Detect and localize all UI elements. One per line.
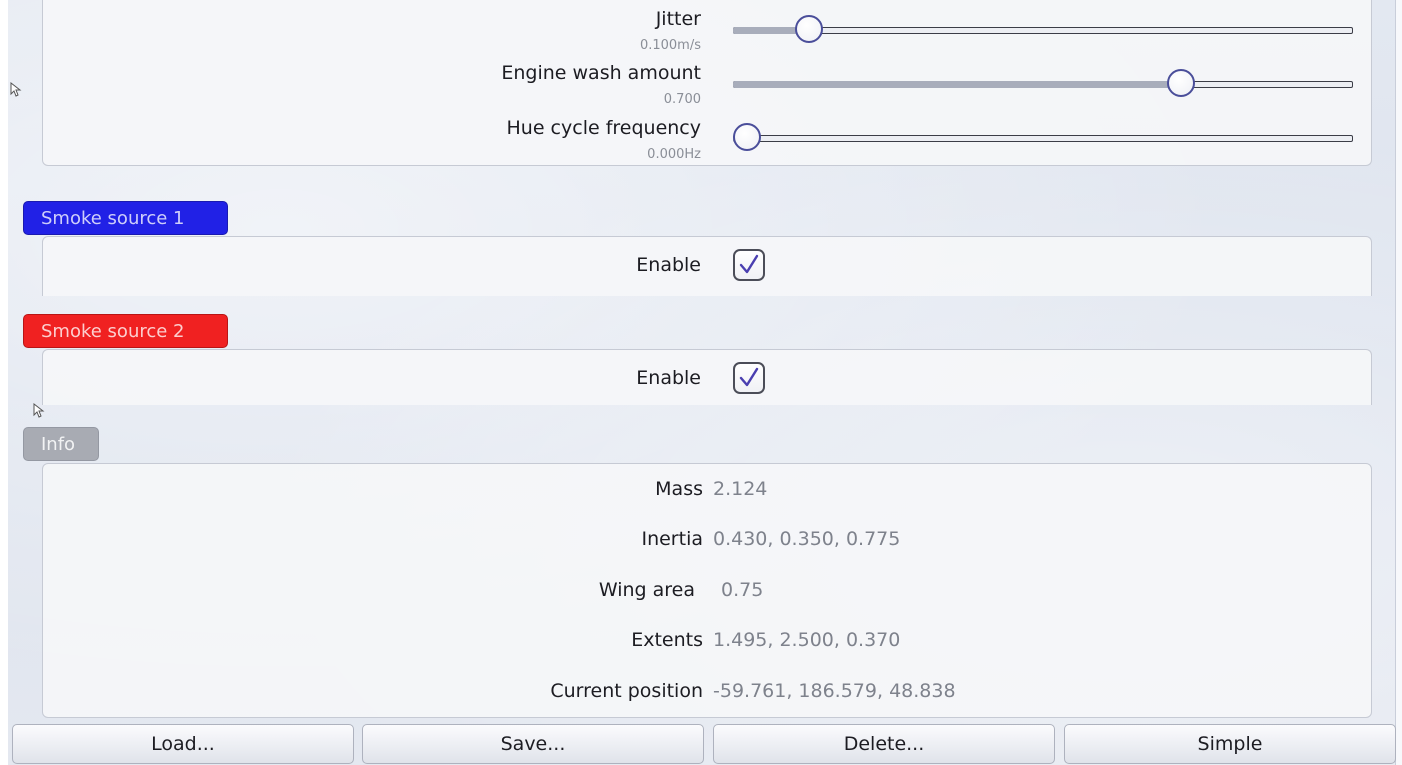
engine-wash-value: 0.700 (663, 92, 701, 107)
cursor-icon (10, 82, 22, 97)
delete-button[interactable]: Delete... (713, 724, 1055, 764)
info-row-inertia: Inertia 0.430, 0.350, 0.775 (43, 528, 1373, 558)
smoke-source-1-enable-checkbox[interactable] (733, 249, 765, 281)
hue-cycle-label: Hue cycle frequency (506, 117, 702, 139)
slider-track (733, 27, 1353, 34)
info-label: Wing area (598, 579, 695, 601)
load-button[interactable]: Load... (12, 724, 354, 764)
info-value: 0.430, 0.350, 0.775 (713, 528, 901, 550)
effects-panel: Jitter 0.100m/s Engine wash amount 0.700… (42, 0, 1372, 166)
engine-wash-label: Engine wash amount (501, 62, 701, 84)
info-value: -59.761, 186.579, 48.838 (713, 680, 956, 702)
slider-track (733, 135, 1353, 142)
jitter-slider[interactable] (733, 15, 1353, 45)
smoke-source-1-enable-label: Enable (636, 254, 701, 276)
engine-wash-slider[interactable] (733, 69, 1353, 99)
info-label: Extents (631, 629, 703, 651)
simple-button[interactable]: Simple (1064, 724, 1396, 764)
slider-thumb[interactable] (733, 123, 761, 151)
hue-cycle-value: 0.000Hz (647, 147, 701, 162)
info-value: 2.124 (713, 478, 768, 500)
info-row-current-position: Current position -59.761, 186.579, 48.83… (43, 680, 1373, 710)
info-label: Inertia (641, 528, 703, 550)
info-value: 0.75 (721, 579, 764, 601)
info-row-mass: Mass 2.124 (43, 478, 1373, 508)
jitter-value: 0.100m/s (639, 38, 701, 53)
tab-info[interactable]: Info (23, 427, 99, 461)
left-edge (0, 0, 8, 765)
smoke-source-2-enable-label: Enable (636, 367, 701, 389)
slider-fill (733, 81, 1181, 88)
info-row-wing-area: Wing area 0.75 (43, 579, 1373, 609)
info-label: Mass (655, 478, 703, 500)
smoke-source-2-panel: Enable (42, 349, 1372, 405)
hue-cycle-slider[interactable] (733, 123, 1353, 153)
info-label: Current position (550, 680, 703, 702)
jitter-label: Jitter (655, 8, 701, 30)
check-icon (739, 254, 759, 274)
scrollbar[interactable] (1395, 0, 1402, 765)
bottom-button-bar: Load... Save... Delete... Simple (8, 722, 1396, 765)
slider-thumb[interactable] (795, 15, 823, 43)
cursor-icon (33, 403, 45, 418)
info-panel: Mass 2.124 Inertia 0.430, 0.350, 0.775 W… (42, 463, 1372, 718)
smoke-source-2-enable-checkbox[interactable] (733, 362, 765, 394)
save-button[interactable]: Save... (362, 724, 704, 764)
smoke-source-1-panel: Enable (42, 236, 1372, 296)
tab-smoke-source-1[interactable]: Smoke source 1 (23, 201, 228, 235)
slider-thumb[interactable] (1167, 69, 1195, 97)
info-row-extents: Extents 1.495, 2.500, 0.370 (43, 629, 1373, 659)
info-value: 1.495, 2.500, 0.370 (713, 629, 901, 651)
check-icon (739, 367, 759, 387)
tab-smoke-source-2[interactable]: Smoke source 2 (23, 314, 228, 348)
